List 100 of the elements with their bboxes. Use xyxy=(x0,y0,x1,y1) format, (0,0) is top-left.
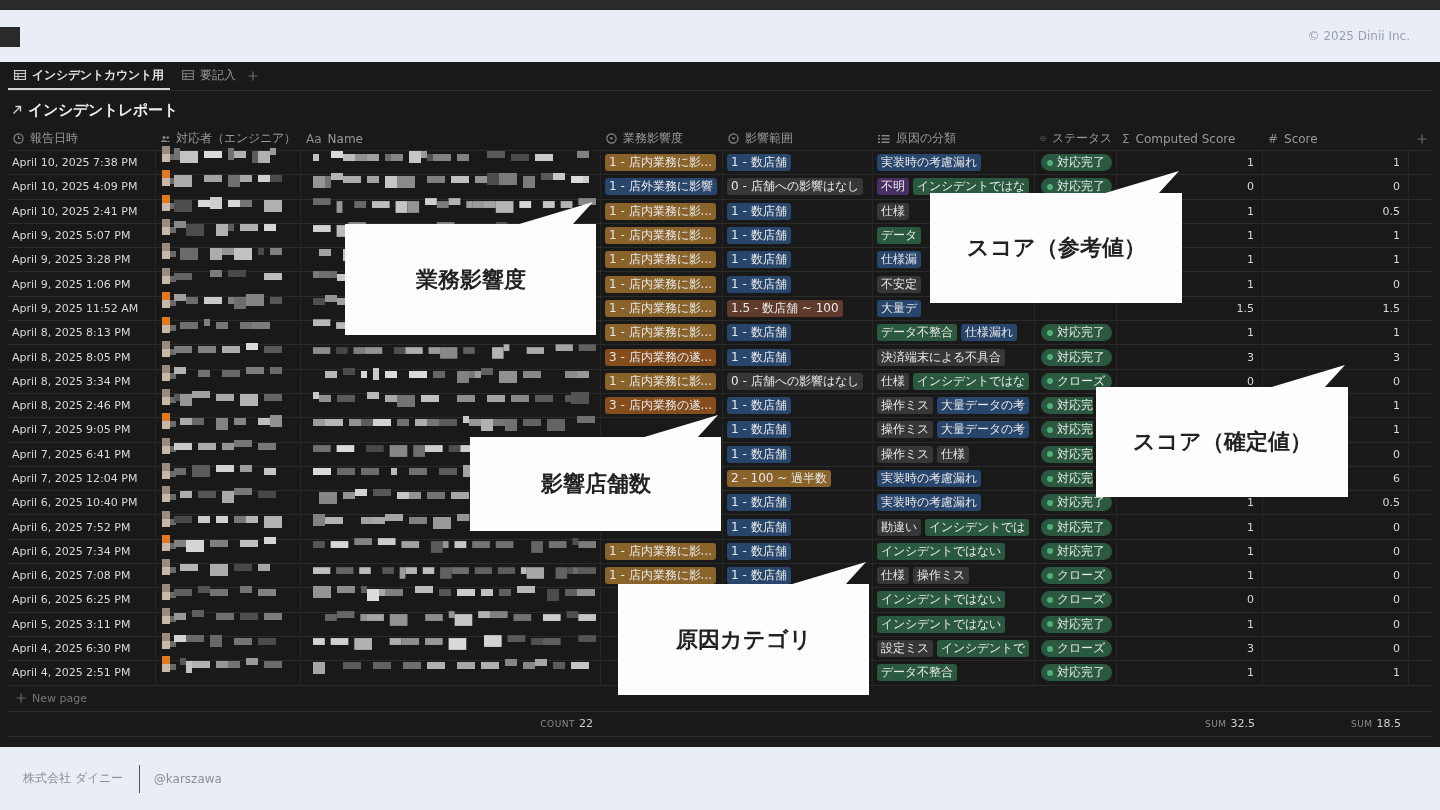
add-view-icon[interactable] xyxy=(248,71,258,81)
plus-icon[interactable] xyxy=(16,693,26,704)
score-value: 1 xyxy=(1393,229,1400,243)
cause-tag: 仕様漏れ xyxy=(961,324,1017,342)
date-text: April 8, 2025 8:13 PM xyxy=(12,326,131,340)
cause-tag: データ不整合 xyxy=(877,664,957,682)
date-text: April 9, 2025 11:52 AM xyxy=(12,301,139,315)
score-value: 0 xyxy=(1393,642,1400,656)
score-value: 3 xyxy=(1247,350,1254,364)
people-icon xyxy=(161,133,170,144)
column-header[interactable]: Name xyxy=(327,131,363,146)
cause-tag: 操作ミス xyxy=(877,397,933,415)
scope-tag: 1 - 数店舗 xyxy=(727,518,791,536)
score-value: 0 xyxy=(1393,569,1400,583)
score-value: 1 xyxy=(1247,544,1254,558)
score-value: 0.5 xyxy=(1382,204,1400,218)
impact-tag: 1 - 店内業務に影... xyxy=(605,567,717,585)
score-value: 1 xyxy=(1247,253,1254,267)
score-value: 0 xyxy=(1247,593,1254,607)
score-value: 1 xyxy=(1247,204,1254,218)
scope-tag: 1 - 数店舗 xyxy=(727,397,791,415)
cause-tag: データ不整合 xyxy=(877,324,957,342)
view-tab[interactable]: 要記入 xyxy=(176,62,242,90)
impact-tag: 1 - 店内業務に影... xyxy=(605,299,717,317)
impact-tag: 1 - 店外業務に影響 xyxy=(605,178,717,196)
status-tag: クローズ xyxy=(1041,591,1112,609)
score-value: 1 xyxy=(1393,156,1400,170)
impact-tag: 1 - 店内業務に影... xyxy=(605,227,717,245)
scope-tag: 1 - 数店舗 xyxy=(727,494,791,512)
logo-mark xyxy=(0,27,20,47)
column-header[interactable]: Score xyxy=(1284,131,1318,146)
cause-tag: 実装時の考慮漏れ xyxy=(877,494,981,512)
date-text: April 10, 2025 4:09 PM xyxy=(12,180,138,194)
date-text: April 9, 2025 1:06 PM xyxy=(12,277,131,291)
scope-tag: 1 - 数店舗 xyxy=(727,275,791,293)
date-text: April 5, 2025 3:11 PM xyxy=(12,617,131,631)
copyright-text: © 2025 Dinii Inc. xyxy=(1307,29,1410,43)
cause-tag: 仕様 xyxy=(937,445,969,463)
scope-tag: 1.5 - 数店舗 ~ 100 xyxy=(727,299,843,317)
status-tag: クローズ xyxy=(1041,567,1112,585)
aggregate-label: SUM xyxy=(1350,718,1373,729)
score-value: 1 xyxy=(1393,326,1400,340)
dot-icon xyxy=(1047,426,1053,433)
cause-tag: 実装時の考慮漏れ xyxy=(877,154,981,172)
score-value: 1 xyxy=(1393,253,1400,267)
impact-tag: 1 - 店内業務に影... xyxy=(605,324,717,342)
column-header[interactable]: 報告日時 xyxy=(30,130,78,147)
status-tag: 対応完了 xyxy=(1041,154,1112,172)
cause-tag: インシデントではない xyxy=(877,615,1005,633)
scope-tag: 1 - 数店舗 xyxy=(727,445,791,463)
view-tab[interactable]: インシデントカウント用 xyxy=(8,62,170,90)
scope-tag: 1 - 数店舗 xyxy=(727,251,791,269)
column-header[interactable]: Computed Score xyxy=(1135,131,1236,146)
count-value: 22 xyxy=(579,717,593,731)
dot-icon xyxy=(1047,159,1053,166)
column-header[interactable]: 業務影響度 xyxy=(623,130,683,147)
column-header[interactable]: ステータス xyxy=(1052,130,1112,147)
score-value: 1 xyxy=(1393,423,1400,437)
dot-icon xyxy=(1047,378,1053,385)
loading-icon xyxy=(1040,133,1046,144)
new-page-link[interactable]: New page xyxy=(32,691,87,705)
column-type-icon: Aa xyxy=(306,131,322,146)
date-text: April 7, 2025 12:04 PM xyxy=(12,472,138,485)
score-value: 0 xyxy=(1247,374,1254,388)
cause-tag: 実装時の考慮漏れ xyxy=(877,470,981,487)
dot-icon xyxy=(1047,354,1053,360)
score-value: 1 xyxy=(1247,569,1254,583)
score-value: 1 xyxy=(1393,666,1400,680)
impact-tag: 3 - 店内業務の遂... xyxy=(605,397,717,415)
column-header[interactable]: 原因の分類 xyxy=(896,130,956,147)
scope-tag: 1 - 数店舗 xyxy=(727,421,791,439)
column-type-icon: Σ xyxy=(1122,131,1130,146)
column-header[interactable]: 対応者（エンジニア） xyxy=(176,130,296,147)
score-value: 0 xyxy=(1393,447,1400,461)
scope-tag: 1 - 数店舗 xyxy=(727,348,791,366)
score-value: 6 xyxy=(1393,472,1400,485)
score-value: 1.5 xyxy=(1382,301,1400,315)
add-column-icon[interactable] xyxy=(1417,133,1427,144)
arrow-icon xyxy=(12,105,22,115)
clock-icon xyxy=(13,133,24,144)
scope-tag: 1 - 数店舗 xyxy=(727,542,791,560)
date-text: April 9, 2025 3:28 PM xyxy=(12,253,131,267)
cause-tag: インシデントでは xyxy=(925,518,1029,536)
column-type-icon: # xyxy=(1268,131,1279,146)
list-icon xyxy=(878,133,890,144)
date-text: April 6, 2025 7:52 PM xyxy=(12,520,131,534)
score-value: 0 xyxy=(1393,520,1400,534)
dot-icon xyxy=(1047,475,1053,482)
date-text: April 10, 2025 7:38 PM xyxy=(12,156,138,170)
dot-icon xyxy=(1047,329,1053,336)
dot-icon xyxy=(1047,669,1053,676)
status-tag: 対応完了 xyxy=(1041,615,1112,633)
column-header[interactable]: 影響範囲 xyxy=(745,130,793,147)
date-text: April 7, 2025 6:41 PM xyxy=(12,447,131,461)
dot-icon xyxy=(1047,597,1053,603)
cause-tag: 操作ミス xyxy=(877,421,933,439)
cause-tag: インシデントではない xyxy=(877,591,1005,609)
impact-tag: 1 - 店内業務に影... xyxy=(605,202,717,220)
aggregate-label: SUM xyxy=(1204,718,1227,729)
score-value: 0 xyxy=(1393,593,1400,607)
